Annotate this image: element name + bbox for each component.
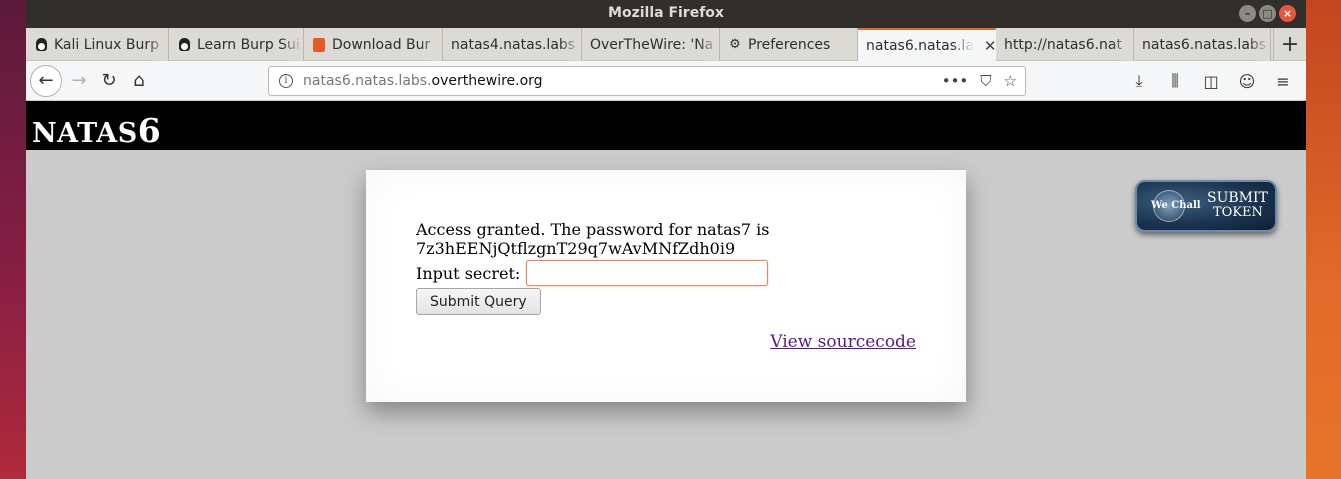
sidebar-icon[interactable]: ◫ (1196, 66, 1226, 96)
home-button[interactable]: ⌂ (124, 66, 154, 96)
navigation-toolbar: ← → ↻ ⌂ i natas6.natas.labs. overthewire.… (26, 61, 1306, 101)
downloads-icon[interactable]: ⤓ (1124, 66, 1154, 96)
tab-natas4[interactable]: natas4.natas.labs (443, 28, 582, 61)
tab-download-burp[interactable]: Download Bur (304, 28, 443, 61)
window-titlebar: Mozilla Firefox – □ × (26, 0, 1306, 28)
pocket-icon[interactable]: ⛉ (980, 72, 991, 90)
tab-kali-linux-burp[interactable]: Kali Linux Burp (26, 28, 169, 61)
window-controls: – □ × (1239, 5, 1296, 22)
forward-button[interactable]: → (64, 66, 94, 96)
url-domain: overthewire.org (431, 73, 543, 89)
url-bar[interactable]: i natas6.natas.labs. overthewire.org ••• … (268, 66, 1026, 96)
tab-learn-burp-suite[interactable]: Learn Burp Sui (169, 28, 304, 61)
site-title: NATAS6 (32, 111, 161, 150)
tab-label: OverTheWire: 'Na (590, 36, 714, 53)
site-header: NATAS6 (26, 101, 1306, 150)
hamburger-menu-icon[interactable]: ≡ (1268, 66, 1298, 96)
browser-window: Mozilla Firefox – □ × Kali Linux Burp Le… (26, 0, 1306, 479)
minimize-button[interactable]: – (1239, 5, 1256, 22)
library-icon[interactable]: ⫼ (1160, 66, 1190, 96)
account-icon[interactable]: ☺ (1232, 66, 1262, 96)
content-card: Access granted. The password for natas7 … (366, 170, 966, 402)
tux-icon (34, 38, 48, 52)
tab-label: Preferences (748, 36, 831, 53)
close-window-button[interactable]: × (1279, 5, 1296, 22)
tab-label: http://natas6.nat (1004, 36, 1123, 53)
submit-token-line1: SUBMIT (1207, 190, 1268, 206)
secret-input[interactable] (526, 260, 769, 286)
gear-icon: ⚙ (729, 37, 741, 52)
tux-icon (177, 38, 191, 52)
close-tab-icon[interactable]: ✕ (984, 37, 996, 55)
submit-token-line2: TOKEN (1213, 205, 1263, 220)
page-actions-menu-icon[interactable]: ••• (942, 72, 969, 90)
reload-button[interactable]: ↻ (94, 66, 124, 96)
desktop-background-right (1306, 0, 1341, 479)
tab-preferences[interactable]: ⚙ Preferences (720, 28, 858, 61)
url-actions: ••• ⛉ ☆ (942, 67, 1017, 95)
info-icon[interactable]: i (279, 74, 293, 88)
tab-overthewire[interactable]: OverTheWire: 'Na (582, 28, 720, 61)
url-host-prefix: natas6.natas.labs. (303, 73, 432, 89)
new-tab-button[interactable]: + (1273, 28, 1306, 61)
submit-query-button[interactable]: Submit Query (416, 288, 541, 315)
toolbar-right: ⤓ ⫼ ◫ ☺ ≡ (1124, 66, 1298, 96)
tab-natas6-active[interactable]: natas6.natas.la ✕ (858, 28, 996, 61)
password-value: 7z3hEENjQtflzgnT29q7wAvMNfZdh0i9 (416, 239, 736, 258)
access-message-line1: Access granted. The password for natas7 … (416, 220, 770, 239)
secret-label: Input secret: (416, 263, 521, 283)
tab-label: natas4.natas.labs (451, 36, 576, 53)
wechall-logo-text: We Chall (1151, 200, 1201, 211)
desktop-background-left (0, 0, 26, 479)
burp-icon (312, 37, 326, 52)
maximize-button[interactable]: □ (1259, 5, 1276, 22)
tab-strip: Kali Linux Burp Learn Burp Sui Download … (26, 28, 1306, 61)
page-content: Access granted. The password for natas7 … (26, 150, 1306, 478)
back-button[interactable]: ← (30, 64, 62, 97)
site-title-prefix: NATAS (32, 118, 138, 149)
view-sourcecode-link[interactable]: View sourcecode (770, 332, 916, 352)
secret-row: Input secret: (416, 260, 769, 286)
submit-token-button[interactable]: We Chall SUBMIT TOKEN (1135, 180, 1277, 232)
bookmark-star-icon[interactable]: ☆ (1004, 72, 1017, 90)
tab-label: Download Bur (332, 36, 431, 53)
window-title: Mozilla Firefox (608, 5, 724, 21)
tab-label: Kali Linux Burp (54, 36, 160, 53)
tab-natas6-http[interactable]: http://natas6.nat (996, 28, 1134, 61)
site-title-number: 6 (137, 111, 162, 150)
tab-natas6-labs[interactable]: natas6.natas.labs (1134, 28, 1271, 61)
access-message: Access granted. The password for natas7 … (416, 220, 769, 258)
